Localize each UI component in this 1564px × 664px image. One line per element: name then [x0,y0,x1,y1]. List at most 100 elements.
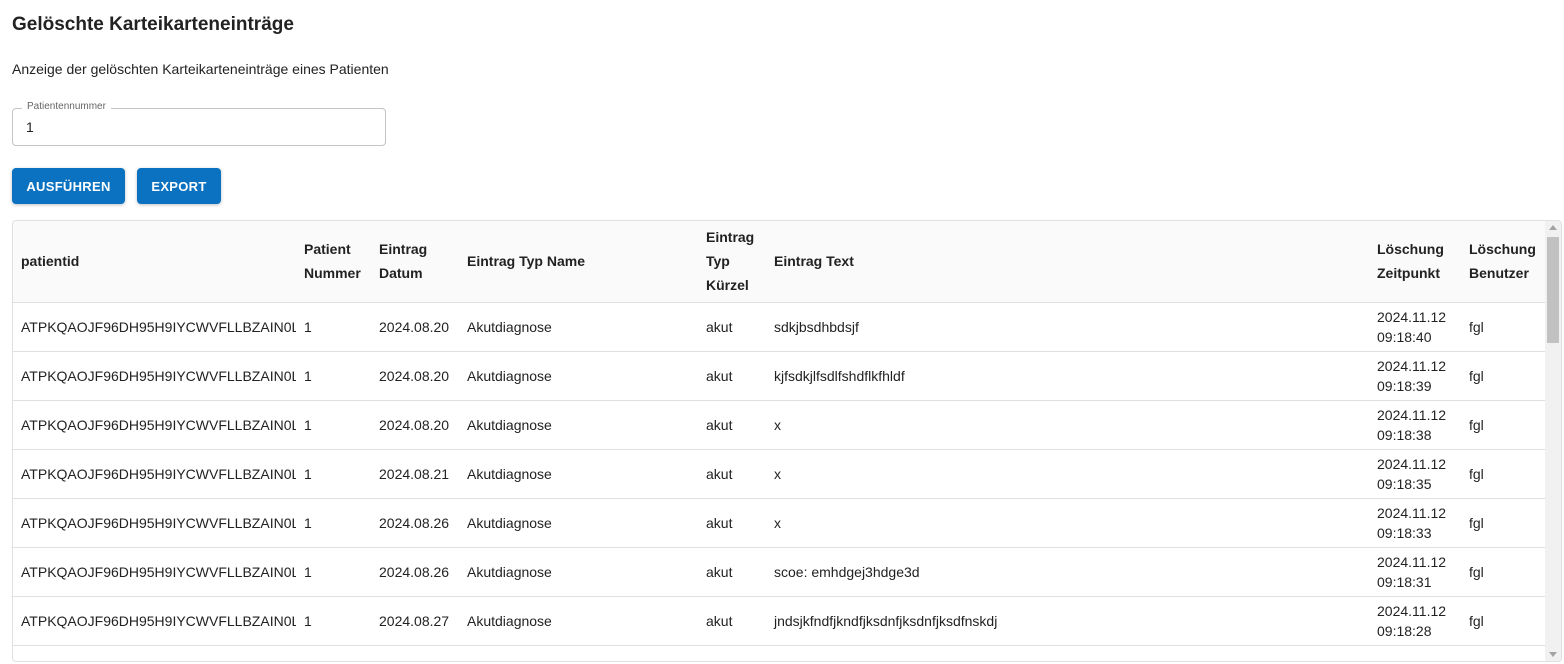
cell-eintrag-text: kjfsdkjlfsdlfshdflkfhldf [766,351,1369,401]
table-row[interactable]: ATPKQAOJF96DH95H9IYCWVFLLBZAIN0L 1 2024.08… [13,596,1547,646]
header-patientid[interactable]: patientid [13,221,296,303]
vertical-scrollbar[interactable] [1545,221,1561,661]
page-subtitle: Anzeige der gelöschten Karteikarteneintr… [12,61,389,77]
cell-loeschung-benutzer: fgl [1461,449,1547,499]
header-label: Nummer [304,265,361,282]
run-button[interactable]: AUSFÜHREN [12,168,125,204]
cell-patientid: ATPKQAOJF96DH95H9IYCWVFLLBZAIN0L [13,596,296,646]
cell-patient-nummer: 1 [296,596,371,646]
cell-eintrag-datum: 2024.08.20 [371,302,459,352]
patient-number-input[interactable] [26,119,366,135]
cell-eintrag-datum: 2024.08.26 [371,547,459,597]
table-header-row: patientid Patient Nummer Eintrag Datum Eintra… [13,221,1547,303]
header-label: Datum [379,265,423,282]
deletion-time: 09:18:40 [1377,328,1432,345]
table-row[interactable]: ATPKQAOJF96DH95H9IYCWVFLLBZAIN0L 1 2024.08… [13,498,1547,548]
cell-loeschung-zeitpunkt: 2024.11.12 09:18:31 [1369,547,1461,597]
cell-loeschung-benutzer: fgl [1461,351,1547,401]
table-row[interactable]: ATPKQAOJF96DH95H9IYCWVFLLBZAIN0L 1 2024.08… [13,547,1547,597]
cell-eintrag-typ-kuerzel: akut [698,449,766,499]
cell-loeschung-zeitpunkt: 2024.11.12 09:18:39 [1369,351,1461,401]
header-label: Löschung [1469,241,1536,258]
header-patient-nummer[interactable]: Patient Nummer [296,221,371,303]
cell-eintrag-text: jndsjkfndfjkndfjksdnfjksdnfjksdfnskdj [766,596,1369,646]
table-row[interactable]: 2024.11.12 [13,645,1547,662]
cell-eintrag-datum: 2024.08.27 [371,596,459,646]
header-label: Benutzer [1469,265,1529,282]
header-loeschung-zeitpunkt[interactable]: Löschung Zeitpunkt [1369,221,1461,303]
deletion-date: 2024.11.12 [1377,504,1447,521]
cell-eintrag-typ-name: Akutdiagnose [459,596,698,646]
cell-eintrag-typ-name: Akutdiagnose [459,351,698,401]
cell-eintrag-typ-name: Akutdiagnose [459,302,698,352]
header-eintrag-datum[interactable]: Eintrag Datum [371,221,459,303]
cell-eintrag-datum: 2024.08.20 [371,400,459,450]
cell-eintrag-typ-kuerzel: akut [698,547,766,597]
table-row[interactable]: ATPKQAOJF96DH95H9IYCWVFLLBZAIN0L 1 2024.08… [13,449,1547,499]
patient-number-field[interactable]: Patientennummer [12,101,386,146]
table-row[interactable]: ATPKQAOJF96DH95H9IYCWVFLLBZAIN0L 1 2024.08… [13,400,1547,450]
scroll-down-arrow-icon[interactable] [1549,652,1557,657]
cell-eintrag-typ-name [459,645,698,661]
header-loeschung-benutzer[interactable]: Löschung Benutzer [1461,221,1547,303]
cell-patient-nummer: 1 [296,302,371,352]
deletion-date: 2024.11.12 [1377,308,1447,325]
table-row[interactable]: ATPKQAOJF96DH95H9IYCWVFLLBZAIN0L 1 2024.08… [13,302,1547,352]
header-eintrag-typ-name[interactable]: Eintrag Typ Name [459,221,698,303]
cell-eintrag-typ-kuerzel: akut [698,302,766,352]
cell-eintrag-typ-kuerzel: akut [698,596,766,646]
scroll-up-arrow-icon[interactable] [1549,225,1557,230]
cell-patient-nummer: 1 [296,351,371,401]
deletion-date: 2024.11.12 [1377,406,1447,423]
cell-eintrag-typ-kuerzel: akut [698,400,766,450]
cell-eintrag-text: x [766,498,1369,548]
cell-eintrag-text: x [766,400,1369,450]
cell-loeschung-benutzer: fgl [1461,302,1547,352]
results-table: patientid Patient Nummer Eintrag Datum Eintra… [13,221,1547,662]
cell-eintrag-typ-name: Akutdiagnose [459,498,698,548]
page-title: Gelöschte Karteikarteneinträge [12,14,294,35]
cell-patientid [13,645,296,661]
export-button[interactable]: EXPORT [137,168,221,204]
cell-eintrag-datum: 2024.08.20 [371,351,459,401]
cell-patientid: ATPKQAOJF96DH95H9IYCWVFLLBZAIN0L [13,400,296,450]
cell-patientid: ATPKQAOJF96DH95H9IYCWVFLLBZAIN0L [13,498,296,548]
cell-loeschung-zeitpunkt: 2024.11.12 09:18:40 [1369,302,1461,352]
header-label: patientid [21,253,80,270]
deletion-date: 2024.11.12 [1377,455,1447,472]
header-label: Typ [706,253,730,270]
table-row[interactable]: ATPKQAOJF96DH95H9IYCWVFLLBZAIN0L 1 2024.08… [13,351,1547,401]
cell-loeschung-zeitpunkt: 2024.11.12 09:18:35 [1369,449,1461,499]
deletion-time: 09:18:39 [1377,377,1432,394]
patient-number-label: Patientennummer [22,101,111,112]
header-label: Eintrag Text [774,253,854,270]
deletion-date: 2024.11.12 [1377,357,1447,374]
header-eintrag-text[interactable]: Eintrag Text [766,221,1369,303]
cell-eintrag-text: sdkjbsdhbdsjf [766,302,1369,352]
cell-loeschung-zeitpunkt: 2024.11.12 09:18:33 [1369,498,1461,548]
deletion-date: 2024.11.12 [1377,553,1447,570]
scrollbar-thumb[interactable] [1547,237,1559,343]
cell-patientid: ATPKQAOJF96DH95H9IYCWVFLLBZAIN0L [13,302,296,352]
cell-eintrag-typ-kuerzel: akut [698,351,766,401]
cell-eintrag-datum [371,645,459,661]
cell-eintrag-typ-name: Akutdiagnose [459,547,698,597]
deletion-date: 2024.11.12 [1377,660,1453,662]
header-label: Löschung [1377,241,1444,258]
header-eintrag-typ-kuerzel[interactable]: Eintrag Typ Kürzel [698,221,766,303]
deletion-date: 2024.11.12 [1377,602,1447,619]
cell-loeschung-benutzer: fgl [1461,547,1547,597]
cell-patient-nummer [296,645,371,661]
cell-patientid: ATPKQAOJF96DH95H9IYCWVFLLBZAIN0L [13,351,296,401]
cell-eintrag-typ-name: Akutdiagnose [459,449,698,499]
cell-patient-nummer: 1 [296,449,371,499]
cell-patient-nummer: 1 [296,498,371,548]
header-label: Eintrag [379,241,428,258]
deletion-time: 09:18:33 [1377,524,1432,541]
cell-loeschung-zeitpunkt: 2024.11.12 [1369,645,1461,662]
header-label: Kürzel [706,277,749,294]
cell-loeschung-benutzer: fgl [1461,596,1547,646]
cell-patientid: ATPKQAOJF96DH95H9IYCWVFLLBZAIN0L [13,547,296,597]
deletion-time: 09:18:31 [1377,573,1432,590]
cell-eintrag-text [766,645,1369,661]
